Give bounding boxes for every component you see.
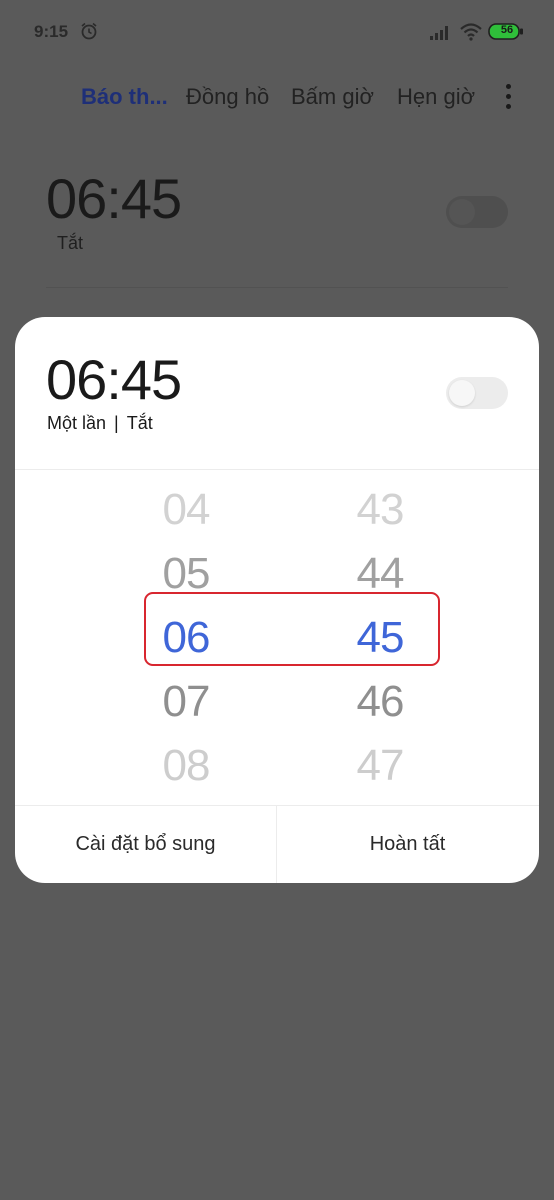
alarm-icon — [81, 22, 97, 40]
subtitle-separator: | — [114, 413, 119, 433]
dialog-divider — [15, 469, 539, 470]
battery-level: 56 — [500, 24, 514, 36]
alarm-status: Tắt — [57, 233, 84, 253]
tab-stopwatch[interactable]: Bấm giờ — [291, 84, 374, 110]
wifi-icon — [460, 23, 482, 41]
dialog-time: 06:45 — [46, 348, 182, 411]
tab-bar: Báo th... Đồng hồ Bấm giờ Hẹn giờ — [0, 80, 554, 120]
minute-option[interactable]: 46 — [320, 677, 440, 727]
dialog-subtitle: Một lần | Tắt — [47, 413, 153, 434]
status-time: 9:15 — [34, 22, 69, 41]
toggle-knob — [449, 199, 475, 225]
hour-option[interactable]: 07 — [126, 677, 246, 727]
alarm-label[interactable]: Tắt — [127, 413, 153, 433]
dialog-alarm-toggle[interactable] — [446, 377, 508, 409]
alarm-time: 06:45 — [46, 167, 182, 230]
done-button[interactable]: Hoàn tất — [277, 806, 538, 883]
more-options-icon[interactable] — [500, 80, 516, 114]
list-divider — [46, 287, 508, 288]
tab-clock[interactable]: Đồng hồ — [186, 84, 269, 110]
signal-icon — [430, 26, 448, 40]
tab-timer[interactable]: Hẹn giờ — [397, 84, 475, 110]
minute-option[interactable]: 43 — [320, 485, 440, 535]
minute-option[interactable]: 47 — [320, 741, 440, 791]
tab-alarm[interactable]: Báo th... — [81, 84, 168, 110]
toggle-knob — [449, 380, 475, 406]
repeat-label[interactable]: Một lần — [47, 413, 106, 433]
selection-highlight — [144, 592, 440, 666]
hour-option[interactable]: 08 — [126, 741, 246, 791]
alarm-edit-dialog: 06:45 Một lần | Tắt 04 05 06 07 08 43 44 4… — [15, 317, 539, 883]
alarm-toggle[interactable] — [446, 196, 508, 228]
status-bar: 9:15 56 — [0, 0, 554, 62]
additional-settings-button[interactable]: Cài đặt bổ sung — [15, 806, 276, 883]
hour-option[interactable]: 04 — [126, 485, 246, 535]
